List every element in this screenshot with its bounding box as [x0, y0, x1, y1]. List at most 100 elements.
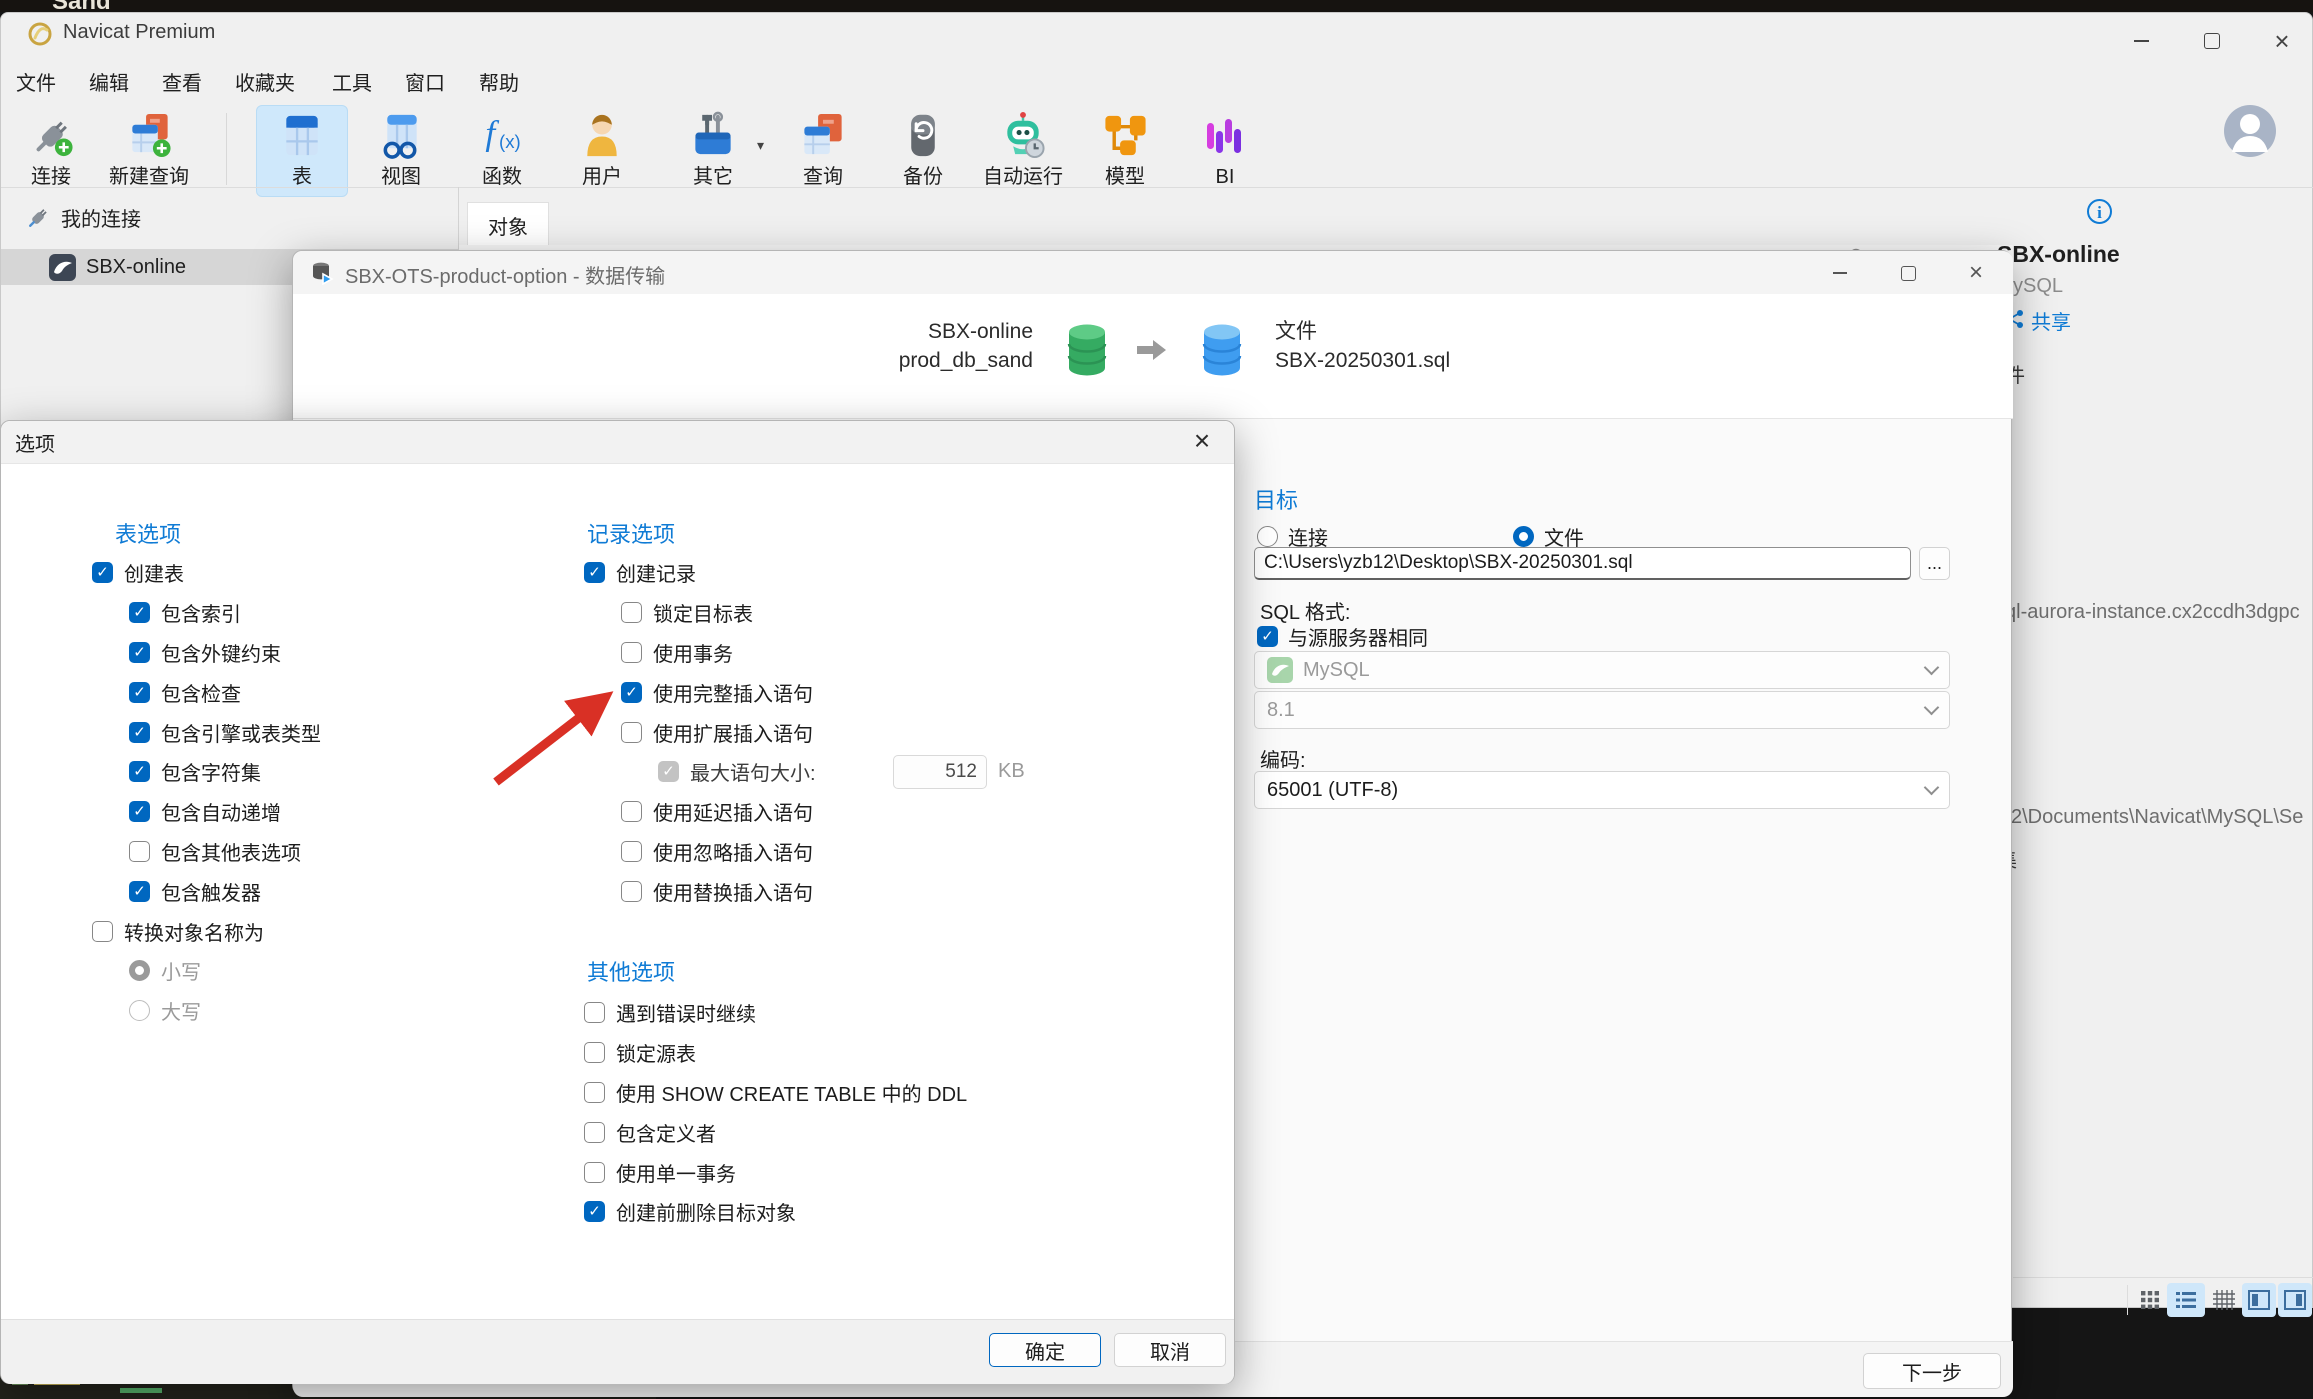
grid-view-button[interactable]: [2133, 1283, 2167, 1317]
transfer-maximize-button[interactable]: [1885, 259, 1931, 287]
option-use-transaction[interactable]: 使用事务: [621, 633, 1138, 673]
option-include-indexes[interactable]: 包含索引: [129, 593, 321, 633]
close-button[interactable]: ×: [2259, 27, 2305, 55]
toggle-left-panel-button[interactable]: [2242, 1283, 2276, 1317]
checkbox[interactable]: [621, 880, 642, 902]
option-include-auto-increment[interactable]: 包含自动递增: [129, 792, 321, 832]
option-use-show-create-table-ddl[interactable]: 使用 SHOW CREATE TABLE 中的 DDL: [584, 1073, 967, 1113]
checkbox[interactable]: [621, 840, 642, 862]
transfer-close-button[interactable]: ×: [1953, 259, 1999, 287]
checkbox[interactable]: [129, 721, 150, 743]
toolbar-users[interactable]: 用户: [554, 105, 650, 197]
checkbox[interactable]: [129, 641, 150, 663]
sidebar-item-connection[interactable]: SBX-online: [49, 254, 186, 281]
toolbar-tables[interactable]: 表: [254, 105, 350, 197]
checkbox[interactable]: [584, 562, 605, 584]
radio[interactable]: [129, 1000, 150, 1022]
minimize-button[interactable]: [2118, 27, 2164, 55]
option-continue-on-error[interactable]: 遇到错误时继续: [584, 993, 967, 1033]
toolbar-model[interactable]: 模型: [1077, 105, 1173, 197]
option-use-single-transaction[interactable]: 使用单一事务: [584, 1152, 967, 1192]
menu-tools[interactable]: 工具: [328, 67, 376, 101]
cancel-button[interactable]: 取消: [1114, 1333, 1226, 1367]
checkbox[interactable]: [621, 801, 642, 823]
checkbox[interactable]: [129, 840, 150, 862]
toolbar-functions[interactable]: f (x) 函数: [454, 105, 550, 197]
radio-file-circle[interactable]: [1513, 526, 1534, 547]
detail-view-button[interactable]: [2207, 1283, 2241, 1317]
option-include-other-table-options[interactable]: 包含其他表选项: [129, 832, 321, 872]
options-close-button[interactable]: ×: [1179, 427, 1225, 455]
checkbox[interactable]: [621, 602, 642, 624]
share-link[interactable]: 共享: [2031, 306, 2071, 335]
toolbar-views[interactable]: 视图: [353, 105, 449, 197]
browse-button[interactable]: ...: [1919, 547, 1950, 580]
list-view-button[interactable]: [2167, 1283, 2205, 1317]
checkbox[interactable]: [584, 1121, 605, 1143]
option-include-definer[interactable]: 包含定义者: [584, 1112, 967, 1152]
checkbox[interactable]: [621, 641, 642, 663]
max-statement-size-input[interactable]: [893, 754, 987, 789]
option-drop-target-before-create[interactable]: 创建前删除目标对象: [584, 1192, 967, 1232]
option-include-checks[interactable]: 包含检查: [129, 672, 321, 712]
menu-edit[interactable]: 编辑: [85, 67, 133, 101]
transfer-minimize-button[interactable]: [1817, 259, 1863, 287]
option-max-statement-size[interactable]: 最大语句大小: KB: [658, 752, 1138, 792]
option-create-table[interactable]: 创建表: [92, 553, 321, 593]
same-as-source-checkbox[interactable]: [1257, 626, 1278, 647]
option-use-extended-insert[interactable]: 使用扩展插入语句: [621, 712, 1138, 752]
option-include-engine[interactable]: 包含引擎或表类型: [129, 712, 321, 752]
option-create-records[interactable]: 创建记录: [584, 553, 1138, 593]
option-use-complete-insert[interactable]: 使用完整插入语句: [621, 672, 1138, 712]
file-path-input[interactable]: [1254, 547, 1911, 580]
toolbar-new-query[interactable]: 新建查询: [101, 105, 197, 197]
option-include-foreign-keys[interactable]: 包含外键约束: [129, 633, 321, 673]
checkbox[interactable]: [129, 880, 150, 902]
option-use-ignore-insert[interactable]: 使用忽略插入语句: [621, 832, 1138, 872]
menu-file[interactable]: 文件: [12, 67, 60, 101]
checkbox[interactable]: [92, 920, 113, 942]
checkbox[interactable]: [584, 1081, 605, 1103]
encoding-select[interactable]: 65001 (UTF-8): [1254, 771, 1950, 809]
same-as-source-option[interactable]: 与源服务器相同: [1257, 622, 1428, 651]
checkbox[interactable]: [584, 1161, 605, 1183]
tab-objects[interactable]: 对象: [467, 202, 549, 247]
toolbar-query[interactable]: 查询: [775, 105, 871, 197]
checkbox[interactable]: [129, 681, 150, 703]
option-use-delayed-insert[interactable]: 使用延迟插入语句: [621, 792, 1138, 832]
info-icon[interactable]: i: [2087, 199, 2112, 224]
others-dropdown-caret[interactable]: ▾: [757, 137, 764, 154]
maximize-button[interactable]: [2189, 27, 2235, 55]
sidebar-item-my-connections[interactable]: 我的连接: [25, 203, 141, 232]
option-convert-object-names[interactable]: 转换对象名称为: [92, 911, 321, 951]
toolbar-backup[interactable]: 备份: [875, 105, 971, 197]
avatar[interactable]: [2223, 104, 2277, 158]
db-type-select[interactable]: MySQL: [1254, 651, 1950, 689]
option-lock-target-tables[interactable]: 锁定目标表: [621, 593, 1138, 633]
option-uppercase[interactable]: 大写: [129, 991, 321, 1031]
checkbox[interactable]: [129, 761, 150, 783]
toolbar-others[interactable]: 其它: [665, 105, 761, 197]
toolbar-connection[interactable]: 连接: [3, 105, 99, 197]
ok-button[interactable]: 确定: [989, 1333, 1101, 1367]
checkbox[interactable]: [584, 1002, 605, 1024]
next-button[interactable]: 下一步: [1863, 1353, 2001, 1389]
option-include-triggers[interactable]: 包含触发器: [129, 871, 321, 911]
checkbox[interactable]: [621, 721, 642, 743]
checkbox[interactable]: [621, 681, 642, 703]
menu-window[interactable]: 窗口: [401, 67, 449, 101]
checkbox[interactable]: [92, 562, 113, 584]
toolbar-bi[interactable]: BI: [1177, 105, 1273, 197]
toggle-right-panel-button[interactable]: [2278, 1283, 2312, 1317]
option-lowercase[interactable]: 小写: [129, 951, 321, 991]
toolbar-automation[interactable]: 自动运行: [975, 105, 1071, 197]
menu-view[interactable]: 查看: [158, 67, 206, 101]
menu-favorites[interactable]: 收藏夹: [231, 67, 299, 101]
option-use-replace-insert[interactable]: 使用替换插入语句: [621, 871, 1138, 911]
db-version-select[interactable]: 8.1: [1254, 691, 1950, 729]
radio[interactable]: [129, 960, 150, 982]
option-lock-source-tables[interactable]: 锁定源表: [584, 1033, 967, 1073]
menu-help[interactable]: 帮助: [475, 67, 523, 101]
checkbox[interactable]: [584, 1042, 605, 1064]
option-include-charset[interactable]: 包含字符集: [129, 752, 321, 792]
